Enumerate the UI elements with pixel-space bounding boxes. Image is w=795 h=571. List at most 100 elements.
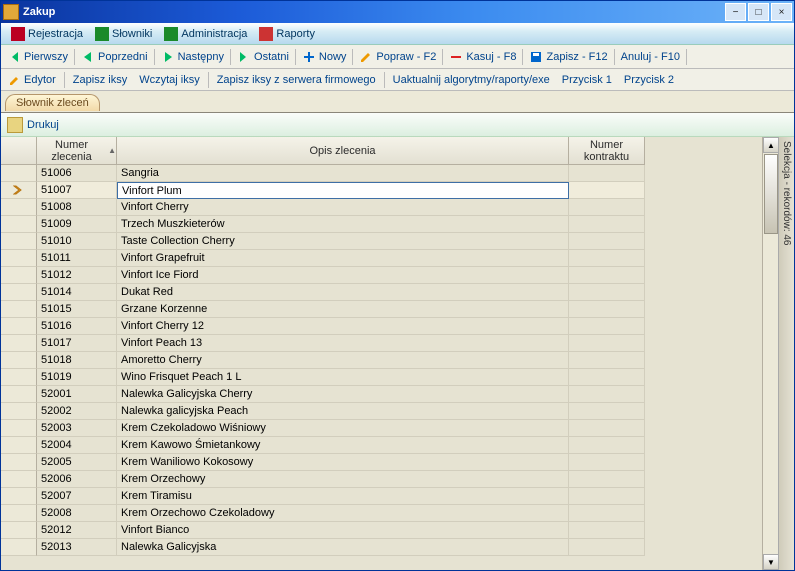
update-button[interactable]: Uaktualnij algorytmy/raporty/exe xyxy=(387,74,556,86)
table-row[interactable]: 52002Nalewka galicyjska Peach xyxy=(1,403,762,420)
cell-kontrakt[interactable] xyxy=(569,182,645,199)
delete-button[interactable]: Kasuj - F8 xyxy=(445,46,520,68)
edit-button[interactable]: Popraw - F2 xyxy=(355,46,440,68)
cell-numer[interactable]: 51008 xyxy=(37,199,117,216)
cell-numer[interactable]: 51015 xyxy=(37,301,117,318)
first-button[interactable]: Pierwszy xyxy=(3,46,72,68)
table-row[interactable]: 51009Trzech Muszkieterów xyxy=(1,216,762,233)
table-row[interactable]: 51018Amoretto Cherry xyxy=(1,352,762,369)
table-row[interactable]: 52005Krem Waniliowo Kokosowy xyxy=(1,454,762,471)
scroll-thumb[interactable] xyxy=(764,154,778,234)
cell-numer[interactable]: 52008 xyxy=(37,505,117,522)
table-row[interactable]: 52001Nalewka Galicyjska Cherry xyxy=(1,386,762,403)
cell-opis[interactable]: Krem Orzechowo Czekoladowy xyxy=(117,505,569,522)
cell-numer[interactable]: 51017 xyxy=(37,335,117,352)
cell-numer[interactable]: 52012 xyxy=(37,522,117,539)
table-row[interactable]: 51006Sangria xyxy=(1,165,762,182)
cell-opis[interactable]: Krem Tiramisu xyxy=(117,488,569,505)
next-button[interactable]: Następny xyxy=(157,46,228,68)
cell-opis[interactable]: Vinfort Ice Fiord xyxy=(117,267,569,284)
side-panel-tab[interactable]: Selekcja - rekordów: 46 xyxy=(778,137,794,570)
cell-opis[interactable]: Krem Waniliowo Kokosowy xyxy=(117,454,569,471)
table-row[interactable]: 51019Wino Frisquet Peach 1 L xyxy=(1,369,762,386)
table-row[interactable]: 52008Krem Orzechowo Czekoladowy xyxy=(1,505,762,522)
cell-opis[interactable]: Amoretto Cherry xyxy=(117,352,569,369)
cell-opis[interactable]: Nalewka galicyjska Peach xyxy=(117,403,569,420)
vertical-scrollbar[interactable]: ▲ ▼ xyxy=(762,137,778,570)
table-row[interactable]: 51012Vinfort Ice Fiord xyxy=(1,267,762,284)
cell-kontrakt[interactable] xyxy=(569,267,645,284)
table-row[interactable]: 52004Krem Kawowo Śmietankowy xyxy=(1,437,762,454)
cell-numer[interactable]: 52005 xyxy=(37,454,117,471)
cell-numer[interactable]: 51018 xyxy=(37,352,117,369)
cell-kontrakt[interactable] xyxy=(569,488,645,505)
table-row[interactable]: 51016Vinfort Cherry 12 xyxy=(1,318,762,335)
save-iksy-button[interactable]: Zapisz iksy xyxy=(67,74,133,86)
cell-opis[interactable]: Wino Frisquet Peach 1 L xyxy=(117,369,569,386)
table-row[interactable]: 52007Krem Tiramisu xyxy=(1,488,762,505)
table-row[interactable]: 51008Vinfort Cherry xyxy=(1,199,762,216)
cell-numer[interactable]: 51019 xyxy=(37,369,117,386)
cell-numer[interactable]: 51012 xyxy=(37,267,117,284)
print-button[interactable]: Drukuj xyxy=(27,119,59,131)
scroll-up-button[interactable]: ▲ xyxy=(763,137,779,153)
editor-button[interactable]: Edytor xyxy=(3,74,62,86)
new-button[interactable]: Nowy xyxy=(298,46,351,68)
cell-kontrakt[interactable] xyxy=(569,335,645,352)
col-header-numer[interactable]: Numer zlecenia▲ xyxy=(37,137,117,165)
menu-raporty[interactable]: Raporty xyxy=(253,24,321,44)
cell-numer[interactable]: 52013 xyxy=(37,539,117,556)
cell-kontrakt[interactable] xyxy=(569,301,645,318)
prev-button[interactable]: Poprzedni xyxy=(77,46,152,68)
przycisk1-button[interactable]: Przycisk 1 xyxy=(556,74,618,86)
cell-opis[interactable]: Nalewka Galicyjska xyxy=(117,539,569,556)
cell-numer[interactable]: 51007 xyxy=(37,182,117,199)
cancel-button[interactable]: Anuluj - F10 xyxy=(617,46,684,68)
cell-kontrakt[interactable] xyxy=(569,233,645,250)
cell-kontrakt[interactable] xyxy=(569,454,645,471)
cell-numer[interactable]: 52006 xyxy=(37,471,117,488)
table-row[interactable]: 52013Nalewka Galicyjska xyxy=(1,539,762,556)
table-row[interactable]: 52006Krem Orzechowy xyxy=(1,471,762,488)
load-iksy-button[interactable]: Wczytaj iksy xyxy=(133,74,206,86)
cell-opis[interactable]: Krem Czekoladowo Wiśniowy xyxy=(117,420,569,437)
cell-kontrakt[interactable] xyxy=(569,284,645,301)
table-row[interactable]: 51007Vinfort Plum xyxy=(1,182,762,199)
cell-kontrakt[interactable] xyxy=(569,471,645,488)
cell-numer[interactable]: 52001 xyxy=(37,386,117,403)
cell-kontrakt[interactable] xyxy=(569,386,645,403)
table-row[interactable]: 51015Grzane Korzenne xyxy=(1,301,762,318)
cell-opis[interactable]: Trzech Muszkieterów xyxy=(117,216,569,233)
table-row[interactable]: 51017Vinfort Peach 13 xyxy=(1,335,762,352)
table-row[interactable]: 51014Dukat Red xyxy=(1,284,762,301)
minimize-button[interactable]: − xyxy=(725,3,746,21)
cell-opis[interactable]: Vinfort Grapefruit xyxy=(117,250,569,267)
cell-kontrakt[interactable] xyxy=(569,522,645,539)
menu-administracja[interactable]: Administracja xyxy=(158,24,253,44)
cell-kontrakt[interactable] xyxy=(569,199,645,216)
table-row[interactable]: 52012Vinfort Bianco xyxy=(1,522,762,539)
cell-kontrakt[interactable] xyxy=(569,437,645,454)
cell-numer[interactable]: 51009 xyxy=(37,216,117,233)
cell-numer[interactable]: 52004 xyxy=(37,437,117,454)
col-header-kontrakt[interactable]: Numer kontraktu xyxy=(569,137,645,165)
cell-opis[interactable]: Dukat Red xyxy=(117,284,569,301)
scroll-down-button[interactable]: ▼ xyxy=(763,554,779,570)
maximize-button[interactable]: □ xyxy=(748,3,769,21)
menu-slowniki[interactable]: Słowniki xyxy=(89,24,158,44)
cell-opis[interactable]: Krem Orzechowy xyxy=(117,471,569,488)
col-header-opis[interactable]: Opis zlecenia xyxy=(117,137,569,165)
cell-kontrakt[interactable] xyxy=(569,165,645,182)
cell-kontrakt[interactable] xyxy=(569,420,645,437)
cell-opis[interactable]: Vinfort Plum xyxy=(117,182,569,199)
cell-opis[interactable]: Sangria xyxy=(117,165,569,182)
cell-numer[interactable]: 51014 xyxy=(37,284,117,301)
close-button[interactable]: × xyxy=(771,3,792,21)
cell-numer[interactable]: 52002 xyxy=(37,403,117,420)
cell-opis[interactable]: Krem Kawowo Śmietankowy xyxy=(117,437,569,454)
cell-kontrakt[interactable] xyxy=(569,539,645,556)
tab-slownik-zlecen[interactable]: Słownik zleceń xyxy=(5,94,100,111)
cell-kontrakt[interactable] xyxy=(569,369,645,386)
menu-rejestracja[interactable]: Rejestracja xyxy=(5,24,89,44)
cell-opis[interactable]: Vinfort Cherry 12 xyxy=(117,318,569,335)
